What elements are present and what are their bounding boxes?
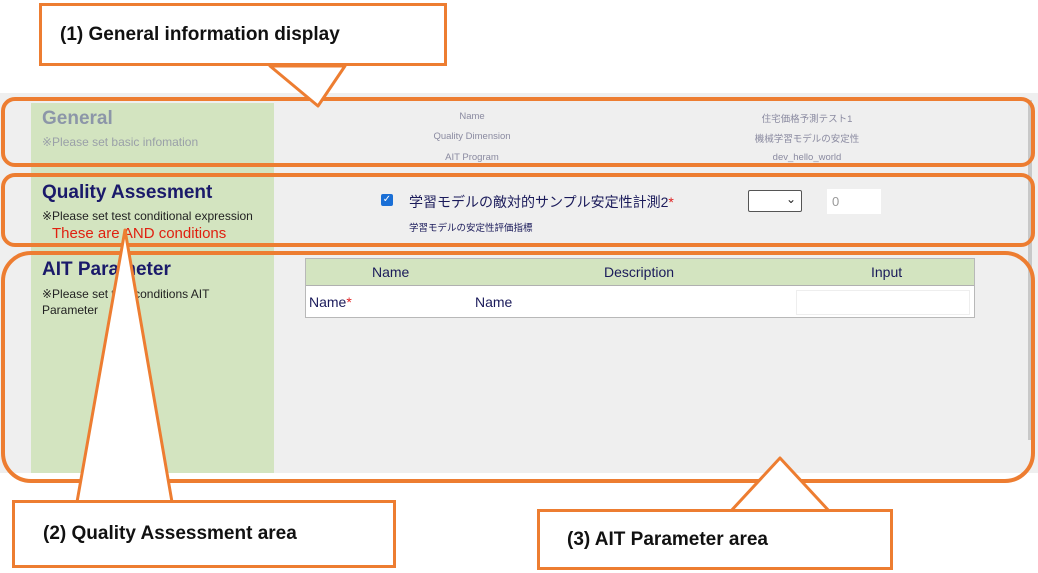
quality-area-outline bbox=[1, 173, 1035, 247]
general-area-outline bbox=[1, 97, 1035, 167]
callout-pointer-quality bbox=[75, 228, 174, 504]
callout-ait-text: (3) AIT Parameter area bbox=[567, 529, 769, 550]
callout-quality: (2) Quality Assessment area bbox=[12, 500, 396, 568]
callout-pointer-ait bbox=[728, 456, 832, 514]
annotation-overlay bbox=[1, 64, 1035, 514]
callout-quality-text: (2) Quality Assessment area bbox=[43, 523, 297, 544]
callout-ait: (3) AIT Parameter area bbox=[537, 509, 893, 570]
callout-general-text: (1) General information display bbox=[60, 24, 340, 45]
callout-general: (1) General information display bbox=[39, 3, 447, 66]
